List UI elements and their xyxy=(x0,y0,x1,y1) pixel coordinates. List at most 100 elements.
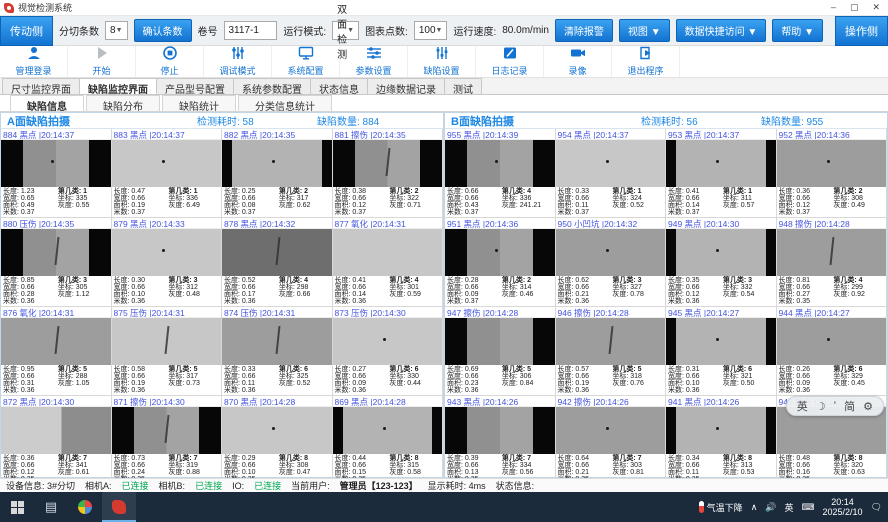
defect-cell-948[interactable]: 948 擦伤 |20:14:28 长度: 0.81 宽度: 0.66 面积: 0… xyxy=(777,218,888,307)
defect-thumbnail[interactable] xyxy=(333,229,443,276)
tab-main-3[interactable]: 产品型号配置 xyxy=(156,78,234,94)
defect-thumbnail[interactable] xyxy=(777,140,887,187)
slit-count-select[interactable]: 8▼ xyxy=(105,21,128,40)
confirm-count-button[interactable]: 确认条数 xyxy=(134,19,192,42)
defect-cell-943[interactable]: 943 黑点 |20:14:26 长度: 0.39 宽度: 0.66 面积: 0… xyxy=(445,396,556,485)
defect-thumbnail[interactable] xyxy=(666,229,776,276)
defect-thumbnail[interactable] xyxy=(333,407,443,454)
run-mode-select[interactable]: 双面检测▼ xyxy=(332,21,359,40)
view-menu-button[interactable]: 视图 ▼ xyxy=(619,19,670,42)
maximize-button[interactable]: ▢ xyxy=(850,2,859,13)
inspection-app-icon[interactable] xyxy=(102,492,136,522)
defect-cell-876[interactable]: 876 氧化 |20:14:31 长度: 0.95 宽度: 0.66 面积: 0… xyxy=(1,307,112,396)
toolbar-button-exit[interactable]: 退出程序 xyxy=(612,46,680,77)
tab-main-4[interactable]: 系统参数配置 xyxy=(233,78,311,94)
defect-thumbnail[interactable] xyxy=(445,140,555,187)
defect-cell-949[interactable]: 949 黑点 |20:14:30 长度: 0.35 宽度: 0.66 面积: 0… xyxy=(666,218,777,307)
clock[interactable]: 20:142025/2/10 xyxy=(823,497,863,517)
defect-cell-942[interactable]: 942 擦伤 |20:14:26 长度: 0.64 宽度: 0.66 面积: 0… xyxy=(556,396,667,485)
defect-cell-953[interactable]: 953 黑点 |20:14:37 长度: 0.41 宽度: 0.66 面积: 0… xyxy=(666,129,777,218)
keyboard-icon[interactable]: ⌨ xyxy=(802,502,815,513)
start-button[interactable] xyxy=(0,492,34,522)
defect-cell-870[interactable]: 870 黑点 |20:14:28 长度: 0.29 宽度: 0.66 面积: 0… xyxy=(222,396,333,485)
tab-sub-4[interactable]: 分类信息统计 xyxy=(238,95,332,111)
chart-points-select[interactable]: 100▼ xyxy=(414,21,448,40)
toolbar-button-sliders[interactable]: 调试模式 xyxy=(204,46,272,77)
defect-cell-947[interactable]: 947 擦伤 |20:14:28 长度: 0.69 宽度: 0.66 面积: 0… xyxy=(445,307,556,396)
toolbar-button-defects[interactable]: 缺陷设置 xyxy=(408,46,476,77)
defect-thumbnail[interactable] xyxy=(445,318,555,365)
defect-cell-881[interactable]: 881 擦伤 |20:14:35 长度: 0.38 宽度: 0.66 面积: 0… xyxy=(333,129,444,218)
help-menu-button[interactable]: 帮助 ▼ xyxy=(772,19,823,42)
defect-thumbnail[interactable] xyxy=(777,318,887,365)
tab-sub-3[interactable]: 缺陷统计 xyxy=(162,95,236,111)
defect-thumbnail[interactable] xyxy=(112,140,222,187)
defect-cell-879[interactable]: 879 黑点 |20:14:33 长度: 0.30 宽度: 0.66 面积: 0… xyxy=(112,218,223,307)
defect-thumbnail[interactable] xyxy=(222,407,332,454)
task-view-button[interactable]: ▤ xyxy=(34,492,68,522)
defect-cell-873[interactable]: 873 压伤 |20:14:30 长度: 0.27 宽度: 0.66 面积: 0… xyxy=(333,307,444,396)
defect-thumbnail[interactable] xyxy=(666,318,776,365)
ime-settings-gear-icon[interactable]: ⚙ xyxy=(863,400,873,413)
defect-thumbnail[interactable] xyxy=(333,140,443,187)
defect-cell-880[interactable]: 880 压伤 |20:14:35 长度: 0.85 宽度: 0.66 面积: 0… xyxy=(1,218,112,307)
defect-thumbnail[interactable] xyxy=(1,318,111,365)
defect-thumbnail[interactable] xyxy=(777,229,887,276)
defect-cell-950[interactable]: 950 小凹坑 |20:14:32 长度: 0.62 宽度: 0.66 面积: … xyxy=(556,218,667,307)
defect-thumbnail[interactable] xyxy=(556,140,666,187)
defect-thumbnail[interactable] xyxy=(556,407,666,454)
defect-cell-951[interactable]: 951 黑点 |20:14:36 长度: 0.28 宽度: 0.66 面积: 0… xyxy=(445,218,556,307)
toolbar-button-camera[interactable]: 录像 xyxy=(544,46,612,77)
operator-side-button[interactable]: 操作侧 xyxy=(835,16,888,46)
defect-cell-871[interactable]: 871 擦伤 |20:14:30 长度: 0.73 宽度: 0.66 面积: 0… xyxy=(112,396,223,485)
defect-thumbnail[interactable] xyxy=(112,407,222,454)
toolbar-button-log[interactable]: 日志记录 xyxy=(476,46,544,77)
defect-thumbnail[interactable] xyxy=(445,407,555,454)
defect-thumbnail[interactable] xyxy=(666,140,776,187)
defect-cell-882[interactable]: 882 黑点 |20:14:35 长度: 0.25 宽度: 0.66 面积: 0… xyxy=(222,129,333,218)
defect-thumbnail[interactable] xyxy=(445,229,555,276)
defect-cell-874[interactable]: 874 压伤 |20:14:31 长度: 0.33 宽度: 0.66 面积: 0… xyxy=(222,307,333,396)
drive-side-button[interactable]: 传动侧 xyxy=(0,16,53,46)
defect-cell-883[interactable]: 883 黑点 |20:14:37 长度: 0.47 宽度: 0.66 面积: 0… xyxy=(112,129,223,218)
defect-cell-945[interactable]: 945 黑点 |20:14:27 长度: 0.31 宽度: 0.66 面积: 0… xyxy=(666,307,777,396)
tab-sub-1[interactable]: 缺陷信息 xyxy=(10,95,84,111)
defect-thumbnail[interactable] xyxy=(222,318,332,365)
tab-main-1[interactable]: 尺寸监控界面 xyxy=(2,78,80,94)
defect-cell-872[interactable]: 872 黑点 |20:14:30 长度: 0.36 宽度: 0.66 面积: 0… xyxy=(1,396,112,485)
defect-thumbnail[interactable] xyxy=(1,407,111,454)
toolbar-button-monitor[interactable]: 系统配置 xyxy=(272,46,340,77)
browser-app-icon[interactable] xyxy=(68,492,102,522)
volume-icon[interactable]: 🔊 xyxy=(765,502,776,513)
language-indicator[interactable]: 英 xyxy=(785,501,794,514)
toolbar-button-stop[interactable]: 停止 xyxy=(136,46,204,77)
defect-cell-869[interactable]: 869 黑点 |20:14:28 长度: 0.44 宽度: 0.66 面积: 0… xyxy=(333,396,444,485)
tab-sub-2[interactable]: 缺陷分布 xyxy=(86,95,160,111)
defect-thumbnail[interactable] xyxy=(222,140,332,187)
ime-moon-icon[interactable]: ☽ xyxy=(816,400,826,413)
defect-cell-952[interactable]: 952 黑点 |20:14:36 长度: 0.36 宽度: 0.66 面积: 0… xyxy=(777,129,888,218)
tab-main-5[interactable]: 状态信息 xyxy=(310,78,368,94)
defect-cell-946[interactable]: 946 擦伤 |20:14:28 长度: 0.57 宽度: 0.66 面积: 0… xyxy=(556,307,667,396)
toolbar-button-play[interactable]: 开始 xyxy=(68,46,136,77)
defect-cell-875[interactable]: 875 压伤 |20:14:31 长度: 0.58 宽度: 0.66 面积: 0… xyxy=(112,307,223,396)
tray-expand-chevron[interactable]: ∧ xyxy=(751,502,758,513)
close-button[interactable]: ✕ xyxy=(872,2,880,13)
defect-cell-941[interactable]: 941 黑点 |20:14:26 长度: 0.34 宽度: 0.66 面积: 0… xyxy=(666,396,777,485)
tab-main-2[interactable]: 缺陷监控界面 xyxy=(79,78,157,94)
defect-thumbnail[interactable] xyxy=(333,318,443,365)
defect-thumbnail[interactable] xyxy=(556,318,666,365)
defect-cell-877[interactable]: 877 氧化 |20:14:31 长度: 0.41 宽度: 0.66 面积: 0… xyxy=(333,218,444,307)
ime-language-toggle[interactable]: 英 xyxy=(797,398,808,414)
defect-thumbnail[interactable] xyxy=(222,229,332,276)
defect-cell-955[interactable]: 955 黑点 |20:14:39 长度: 0.66 宽度: 0.66 面积: 0… xyxy=(445,129,556,218)
defect-cell-954[interactable]: 954 黑点 |20:14:37 长度: 0.33 宽度: 0.66 面积: 0… xyxy=(556,129,667,218)
toolbar-button-params[interactable]: 参数设置 xyxy=(340,46,408,77)
clear-alarm-button[interactable]: 清除报警 xyxy=(555,19,613,42)
notification-center-icon[interactable]: 🗨 xyxy=(871,502,882,513)
weather-widget[interactable]: 气温下降 xyxy=(699,501,743,514)
tab-main-6[interactable]: 边缘数据记录 xyxy=(367,78,445,94)
roll-number-input[interactable]: 3117-1 xyxy=(224,21,278,40)
ime-punctuation-toggle[interactable]: ’ xyxy=(834,400,836,412)
defect-thumbnail[interactable] xyxy=(556,229,666,276)
